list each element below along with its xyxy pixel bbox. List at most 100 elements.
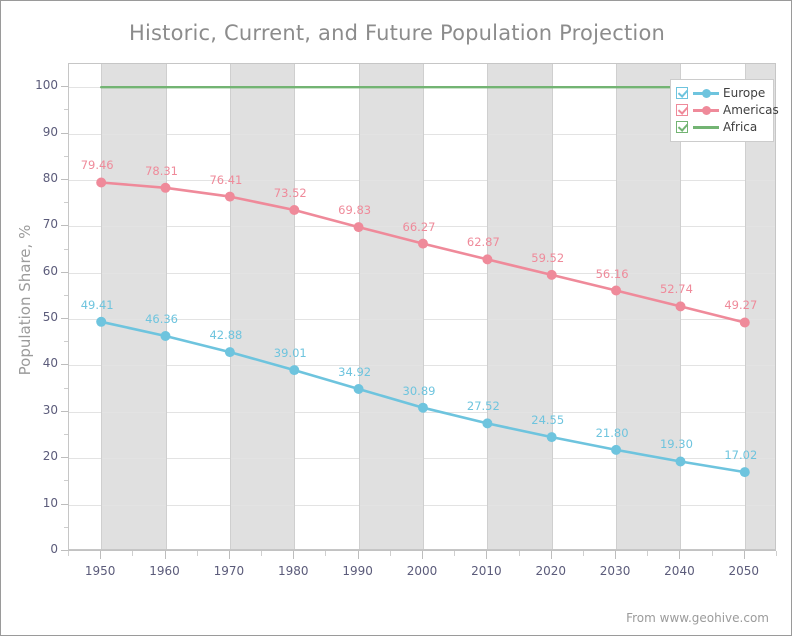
point-label: 69.83 bbox=[338, 203, 372, 218]
data-point-europe[interactable] bbox=[289, 365, 300, 376]
legend-label: Americas bbox=[723, 103, 779, 117]
y-axis-title: Population Share, % bbox=[16, 224, 34, 376]
y-tick-minor-mark bbox=[64, 248, 68, 250]
x-tick-label: 1960 bbox=[149, 564, 180, 578]
x-tick-mark bbox=[228, 551, 230, 559]
point-label: 62.87 bbox=[466, 235, 500, 250]
y-tick-label: 0 bbox=[50, 542, 58, 556]
point-label: 34.92 bbox=[338, 365, 372, 380]
point-label: 66.27 bbox=[402, 219, 436, 234]
data-point-europe[interactable] bbox=[675, 456, 686, 467]
data-point-americas[interactable] bbox=[224, 191, 235, 202]
point-label: 27.52 bbox=[466, 399, 500, 414]
series-line-americas bbox=[99, 181, 747, 324]
x-tick-label: 2010 bbox=[471, 564, 502, 578]
y-tick-label: 10 bbox=[42, 495, 58, 510]
x-tick-mark bbox=[293, 551, 295, 559]
data-point-europe[interactable] bbox=[96, 316, 107, 327]
checkbox-icon[interactable] bbox=[676, 121, 688, 133]
legend-item-europe[interactable]: Europe bbox=[676, 85, 768, 101]
point-label: 79.46 bbox=[80, 158, 114, 173]
x-tick-label: 1950 bbox=[84, 564, 116, 578]
x-tick-mark bbox=[679, 551, 681, 559]
data-point-americas[interactable] bbox=[353, 222, 364, 233]
x-tick-label: 2020 bbox=[535, 564, 566, 578]
data-point-americas[interactable] bbox=[289, 205, 300, 215]
x-tick-label: 2000 bbox=[406, 564, 438, 578]
point-label: 59.52 bbox=[531, 250, 565, 265]
x-tick-minor-mark bbox=[325, 551, 327, 556]
point-label: 17.02 bbox=[724, 448, 758, 463]
y-tick-label: 80 bbox=[42, 170, 58, 185]
point-label: 30.89 bbox=[402, 383, 436, 398]
y-tick-minor-mark bbox=[64, 387, 68, 389]
point-label: 49.27 bbox=[724, 298, 758, 313]
y-tick-label: 40 bbox=[42, 356, 58, 371]
y-tick-mark bbox=[61, 271, 68, 273]
data-point-europe[interactable] bbox=[224, 347, 235, 358]
data-point-europe[interactable] bbox=[418, 402, 428, 413]
x-tick-minor-mark bbox=[711, 551, 713, 556]
x-tick-mark bbox=[422, 551, 423, 559]
y-tick-mark bbox=[61, 503, 68, 505]
point-label: 56.16 bbox=[595, 266, 629, 281]
point-label: 46.36 bbox=[145, 311, 178, 326]
x-tick-mark bbox=[743, 551, 745, 559]
x-tick-mark bbox=[486, 551, 488, 559]
x-tick-label: 2040 bbox=[664, 564, 695, 578]
chart-title: Historic, Current, and Future Population… bbox=[128, 21, 666, 45]
legend-item-africa[interactable]: Africa bbox=[676, 119, 768, 135]
data-point-europe[interactable] bbox=[739, 467, 750, 478]
y-tick-minor-mark bbox=[64, 202, 68, 204]
y-tick-minor-mark bbox=[64, 294, 68, 296]
y-tick-label: 30 bbox=[42, 402, 58, 417]
x-tick-mark bbox=[100, 551, 102, 559]
y-tick-mark bbox=[61, 225, 68, 227]
data-point-americas[interactable] bbox=[546, 269, 557, 280]
legend-item-americas[interactable]: Americas bbox=[676, 102, 779, 118]
point-label: 73.52 bbox=[273, 186, 307, 200]
x-tick-minor-mark bbox=[454, 551, 456, 556]
x-tick-minor-mark bbox=[68, 551, 69, 556]
x-tick-label: 1990 bbox=[342, 564, 373, 578]
y-tick-minor-mark bbox=[64, 526, 68, 528]
x-tick-minor-mark bbox=[389, 551, 391, 556]
x-tick-label: 2030 bbox=[599, 564, 631, 578]
y-tick-label: 20 bbox=[42, 449, 58, 464]
point-label: 19.30 bbox=[659, 437, 693, 452]
y-tick-minor-mark bbox=[64, 109, 68, 111]
chart-container: Historic, Current, and Future Population… bbox=[0, 0, 792, 636]
y-tick-mark bbox=[61, 86, 68, 88]
data-point-europe[interactable] bbox=[546, 432, 557, 443]
data-point-americas[interactable] bbox=[482, 254, 493, 265]
x-tick-mark bbox=[164, 551, 166, 559]
x-tick-minor-mark bbox=[196, 551, 198, 556]
x-tick-minor-mark bbox=[518, 551, 520, 556]
data-point-americas[interactable] bbox=[739, 317, 750, 328]
data-point-europe[interactable] bbox=[160, 331, 171, 341]
point-label: 42.88 bbox=[209, 328, 243, 343]
data-point-europe[interactable] bbox=[353, 384, 364, 394]
legend-swatch-icon bbox=[693, 87, 719, 99]
y-tick-mark bbox=[61, 457, 68, 459]
checkbox-icon[interactable] bbox=[676, 104, 688, 116]
data-point-europe[interactable] bbox=[482, 418, 493, 429]
data-point-americas[interactable] bbox=[96, 177, 107, 188]
y-tick-minor-mark bbox=[64, 341, 68, 343]
x-tick-label: 1970 bbox=[213, 564, 245, 578]
data-point-americas[interactable] bbox=[160, 182, 171, 193]
y-tick-label: 100 bbox=[35, 78, 58, 93]
x-tick-minor-mark bbox=[647, 551, 649, 556]
point-label: 76.41 bbox=[209, 172, 243, 187]
chart-legend[interactable]: Europe Americas Africa bbox=[670, 79, 779, 142]
data-point-americas[interactable] bbox=[611, 285, 622, 296]
x-tick-label: 1980 bbox=[277, 564, 309, 578]
checkbox-icon[interactable] bbox=[676, 87, 688, 99]
legend-swatch-icon bbox=[693, 104, 719, 116]
point-label: 21.80 bbox=[595, 425, 629, 440]
legend-label: Europe bbox=[723, 86, 766, 100]
point-label: 78.31 bbox=[145, 163, 178, 178]
data-point-europe[interactable] bbox=[611, 444, 622, 455]
data-point-americas[interactable] bbox=[418, 238, 428, 249]
data-point-americas[interactable] bbox=[675, 301, 686, 312]
